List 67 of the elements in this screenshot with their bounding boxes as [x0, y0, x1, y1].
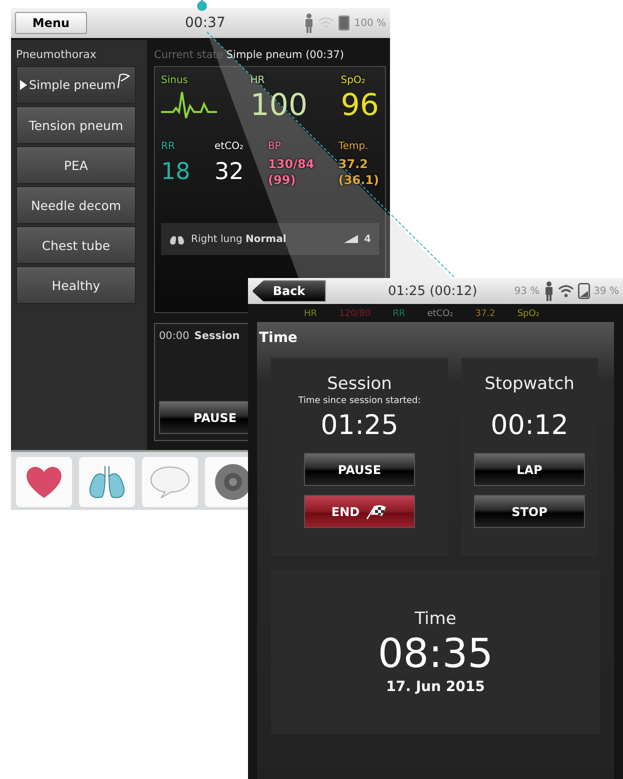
- vital-label: 37.2: [475, 309, 496, 319]
- scenario-button[interactable]: Simple pneum: [16, 66, 136, 104]
- session-time: 01:25: [320, 410, 398, 441]
- vital-value: (36.1): [338, 172, 379, 188]
- vital-label: BP: [268, 141, 281, 152]
- dialog-title: Time: [259, 330, 298, 346]
- scenario-button[interactable]: Healthy: [16, 266, 136, 304]
- scenario-button[interactable]: Needle decom: [16, 186, 136, 224]
- vital-label: RR: [161, 141, 175, 152]
- scenario-button[interactable]: PEA: [16, 146, 136, 184]
- session-button[interactable]: PAUSE: [304, 453, 415, 486]
- current-state-value: Simple pneum (00:37): [226, 49, 344, 61]
- checkered-flag-icon: [366, 504, 388, 520]
- vital-value: 130/84: [268, 156, 314, 172]
- stopwatch-time: 00:12: [490, 410, 568, 441]
- ecg-wave-icon: [161, 90, 217, 120]
- vital-label: HR: [304, 309, 318, 319]
- back-button[interactable]: Back: [252, 280, 326, 302]
- vital-value: 100: [250, 90, 308, 122]
- vital-value: 18: [161, 158, 190, 187]
- battery-icon: [338, 15, 350, 31]
- lung-status-text: Right lung Normal: [191, 234, 286, 244]
- card-title: Stopwatch: [484, 374, 574, 394]
- card-subtitle: Time since session started:: [298, 396, 421, 406]
- vital-label: etCO₂: [214, 141, 244, 152]
- session-button[interactable]: END: [304, 495, 415, 528]
- flag-icon: [116, 73, 130, 89]
- clock-time: 08:35: [378, 630, 494, 679]
- person-icon: [304, 13, 314, 33]
- vital-label: 120/80: [339, 309, 371, 319]
- menu-button[interactable]: Menu: [15, 12, 87, 34]
- vital-label: HR: [250, 75, 265, 86]
- speech-bubble-icon[interactable]: [142, 457, 198, 507]
- vital-label: Sinus: [161, 75, 188, 86]
- stopwatch-button[interactable]: STOP: [474, 495, 585, 528]
- card-title: Session: [327, 374, 392, 394]
- scenario-title: Pneumothorax: [16, 47, 98, 63]
- clock-text: 01:25 (00:12): [388, 284, 478, 298]
- callout-dot-icon: [197, 0, 207, 11]
- battery-text: 100 %: [354, 18, 386, 28]
- clock-date: 17. Jun 2015: [386, 679, 485, 695]
- log-text: Session: [194, 330, 240, 342]
- vital-label: SpO₂: [517, 309, 540, 319]
- vital-value: 96: [340, 90, 379, 122]
- battery-text: 93 %: [514, 286, 540, 296]
- scenario-button[interactable]: Chest tube: [16, 226, 136, 264]
- card-title: Time: [414, 609, 456, 629]
- stopwatch-button[interactable]: LAP: [474, 453, 585, 486]
- wifi-icon: [558, 284, 574, 298]
- selected-arrow-icon: [20, 80, 27, 90]
- clock-text: 00:37: [185, 15, 226, 31]
- vital-label: Temp.: [338, 141, 368, 152]
- wifi-icon: [318, 16, 334, 30]
- vital-label: RR: [392, 309, 406, 319]
- scenario-button[interactable]: Tension pneum: [16, 106, 136, 144]
- vital-label: etCO₂: [427, 309, 454, 319]
- person-icon: [544, 281, 554, 301]
- vital-value: (99): [268, 172, 296, 188]
- vital-label: SpO₂: [340, 75, 366, 86]
- signal-icon: [344, 235, 358, 243]
- vital-value: 32: [214, 158, 244, 187]
- log-time: 00:00: [159, 330, 190, 342]
- battery-text: 39 %: [594, 286, 619, 296]
- battery-icon: [578, 283, 590, 299]
- lungs-icon[interactable]: [79, 457, 135, 507]
- vital-value: 37.2: [338, 156, 368, 172]
- lung-count: 4: [364, 234, 371, 244]
